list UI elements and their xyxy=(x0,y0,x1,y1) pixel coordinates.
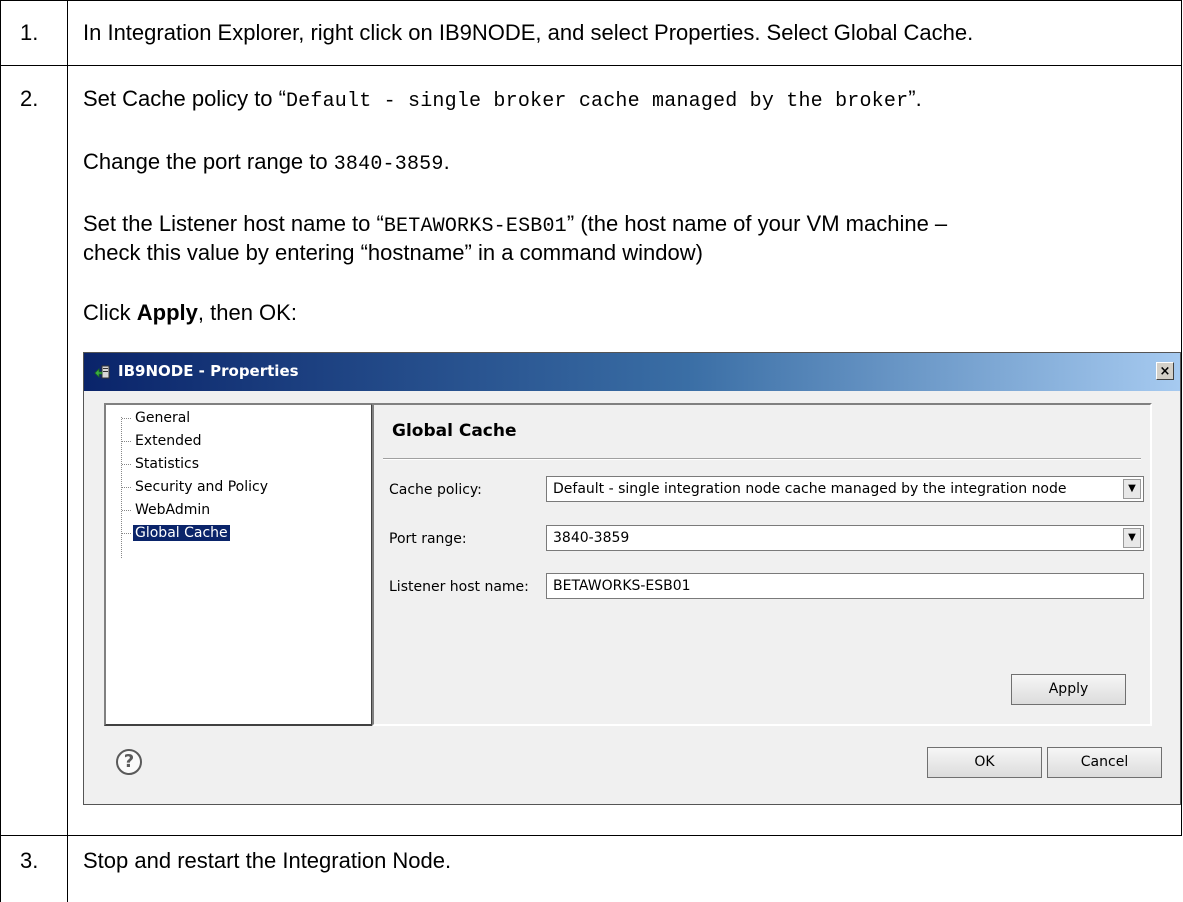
table-border-top xyxy=(0,0,1181,1)
instruction-table: 1. In Integration Explorer, right click … xyxy=(0,0,1183,902)
close-button[interactable]: × xyxy=(1156,362,1174,380)
tree-item-label: Extended xyxy=(135,433,202,449)
port-range-suffix: . xyxy=(443,149,450,174)
row-divider-2 xyxy=(0,835,1182,836)
node-icon xyxy=(94,365,110,379)
cache-policy-code: Default - single broker cache managed by… xyxy=(285,90,909,113)
port-range-code: 3840-3859 xyxy=(333,153,444,176)
cache-policy-instruction: Set Cache policy to “ xyxy=(83,86,286,111)
apply-instruction-suffix: , then OK: xyxy=(197,300,297,325)
port-range-select[interactable]: 3840-3859 ▼ xyxy=(546,525,1144,551)
global-cache-panel: Global Cache Cache policy: Default - sin… xyxy=(372,403,1152,726)
tree-item-label: Global Cache xyxy=(133,525,230,541)
table-border-right xyxy=(1181,0,1182,835)
port-range-value: 3840-3859 xyxy=(553,530,630,546)
tree-item-label: Statistics xyxy=(135,456,199,472)
properties-tree: General Extended Statistics Security and… xyxy=(104,403,373,726)
help-icon[interactable]: ? xyxy=(116,749,142,775)
dialog-titlebar: IB9NODE - Properties × xyxy=(84,353,1180,391)
tree-item-webadmin[interactable]: WebAdmin xyxy=(106,500,371,522)
tree-item-security-and-policy[interactable]: Security and Policy xyxy=(106,477,371,499)
listener-host-value: BETAWORKS-ESB01 xyxy=(553,578,691,594)
step-1-text: In Integration Explorer, right click on … xyxy=(83,20,974,45)
step-number-1: 1. xyxy=(20,20,39,45)
apply-instruction-prefix: Click xyxy=(83,300,137,325)
cache-policy-suffix: ”. xyxy=(908,86,922,111)
ok-button[interactable]: OK xyxy=(927,747,1042,778)
cancel-button[interactable]: Cancel xyxy=(1047,747,1162,778)
step-number-2: 2. xyxy=(20,86,39,111)
properties-dialog: IB9NODE - Properties × General Extended … xyxy=(83,352,1181,805)
apply-button[interactable]: Apply xyxy=(1011,674,1126,705)
listener-code: BETAWORKS-ESB01 xyxy=(383,215,567,238)
tree-item-label: WebAdmin xyxy=(135,502,211,518)
listener-instruction: Set the Listener host name to “ xyxy=(83,211,384,236)
tree-item-extended[interactable]: Extended xyxy=(106,431,371,453)
tree-item-label: General xyxy=(135,410,191,426)
step-number-3: 3. xyxy=(20,848,39,873)
step-2-line-1: Set Cache policy to “Default - single br… xyxy=(83,86,922,113)
step-2-line-2: Change the port range to 3840-3859. xyxy=(83,149,450,176)
close-icon: × xyxy=(1159,364,1171,379)
step-2-line-4: check this value by entering “hostname” … xyxy=(83,240,703,265)
listener-host-label: Listener host name: xyxy=(389,579,529,595)
tree-item-statistics[interactable]: Statistics xyxy=(106,454,371,476)
tree-item-label: Security and Policy xyxy=(135,479,268,495)
cache-policy-label: Cache policy: xyxy=(389,482,482,498)
port-range-instruction: Change the port range to xyxy=(83,149,334,174)
row-divider-1 xyxy=(0,65,1182,66)
listener-host-input[interactable]: BETAWORKS-ESB01 xyxy=(546,573,1144,599)
step-2-line-3: Set the Listener host name to “BETAWORKS… xyxy=(83,211,947,238)
panel-title: Global Cache xyxy=(392,421,517,441)
dialog-title: IB9NODE - Properties xyxy=(118,362,299,380)
apply-instruction-bold: Apply xyxy=(136,300,198,325)
panel-separator xyxy=(383,458,1141,460)
tree-item-general[interactable]: General xyxy=(106,408,371,430)
tree-item-global-cache[interactable]: Global Cache xyxy=(106,523,371,545)
step-3-text: Stop and restart the Integration Node. xyxy=(83,848,452,873)
cache-policy-select[interactable]: Default - single integration node cache … xyxy=(546,476,1144,502)
port-range-label: Port range: xyxy=(389,531,467,547)
step-2-line-5: Click Apply, then OK: xyxy=(83,300,297,326)
table-border-left xyxy=(0,0,1,902)
listener-suffix: ” (the host name of your VM machine – xyxy=(566,211,948,236)
chevron-down-icon[interactable]: ▼ xyxy=(1123,479,1141,499)
cache-policy-value: Default - single integration node cache … xyxy=(553,481,1067,497)
column-divider xyxy=(67,0,68,902)
chevron-down-icon[interactable]: ▼ xyxy=(1123,528,1141,548)
